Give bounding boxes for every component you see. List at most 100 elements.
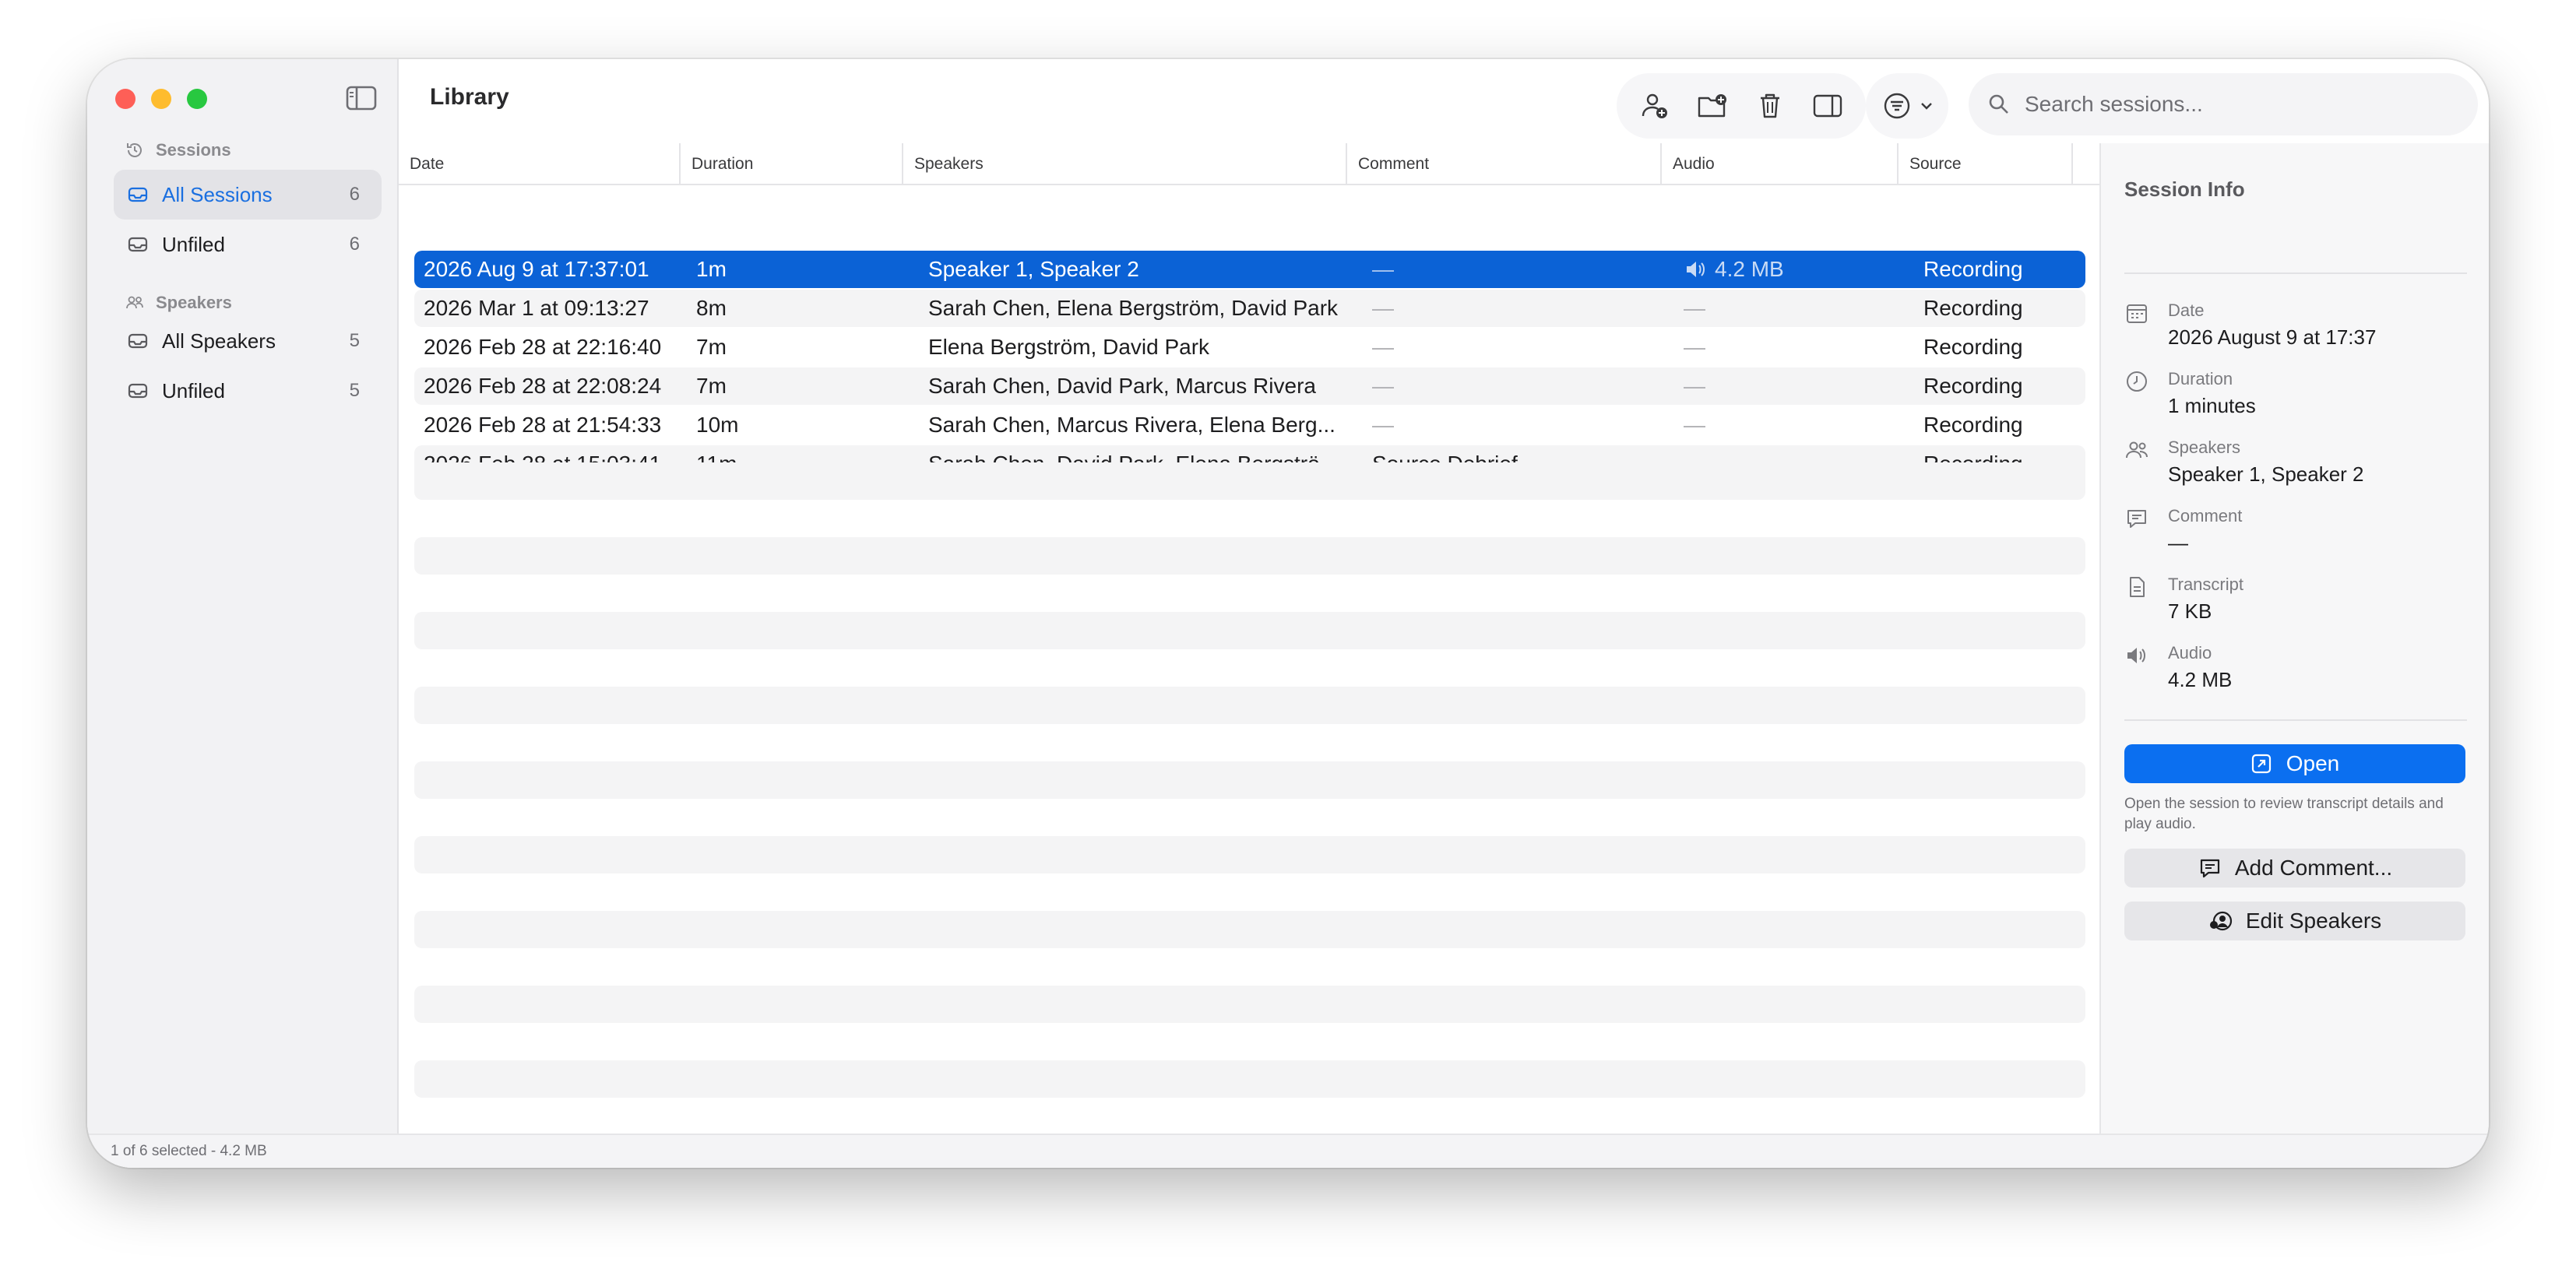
table-row[interactable]: 2026 Mar 1 at 09:13:27 8m Sarah Chen, El… xyxy=(414,290,2085,327)
sessions-section-header: Sessions xyxy=(125,140,231,160)
empty-row xyxy=(414,986,2085,1023)
sidebar-right-icon xyxy=(1813,94,1842,118)
window-controls xyxy=(115,89,207,109)
close-window-button[interactable] xyxy=(115,89,135,109)
cell-source: Recording xyxy=(1923,257,2023,281)
column-header-date[interactable]: Date xyxy=(399,143,681,185)
column-header-audio[interactable]: Audio xyxy=(1662,143,1899,185)
cell-source: Recording xyxy=(1923,335,2023,359)
empty-row xyxy=(414,911,2085,948)
cell-date: 2026 Feb 28 at 22:08:24 xyxy=(424,374,662,398)
field-speakers: Speakers Speaker 1, Speaker 2 xyxy=(2124,438,2467,492)
field-value: 4.2 MB xyxy=(2168,668,2233,691)
history-icon xyxy=(127,143,142,157)
field-label: Speakers xyxy=(2168,438,2240,457)
search-icon xyxy=(1989,94,2008,114)
sidebar-item-count: 6 xyxy=(349,184,360,205)
column-header-comment[interactable]: Comment xyxy=(1347,143,1662,185)
cell-speakers: Sarah Chen, Elena Bergström, David Park xyxy=(928,296,1339,320)
field-label: Duration xyxy=(2168,369,2233,388)
column-header-source[interactable]: Source xyxy=(1899,143,2073,185)
field-value: Speaker 1, Speaker 2 xyxy=(2168,462,2364,486)
field-label: Date xyxy=(2168,301,2205,320)
cell-date: 2026 Mar 1 at 09:13:27 xyxy=(424,296,649,320)
table-row[interactable]: 2026 Aug 9 at 17:37:01 1m Speaker 1, Spe… xyxy=(414,251,2085,288)
empty-row xyxy=(414,687,2085,724)
cell-duration: 7m xyxy=(696,335,727,359)
cell-comment: — xyxy=(1372,413,1394,437)
field-transcript: Transcript 7 KB xyxy=(2124,575,2467,629)
folder-add-icon xyxy=(1698,94,1726,118)
cell-duration: 8m xyxy=(696,296,727,320)
new-folder-button[interactable] xyxy=(1693,86,1732,125)
cell-comment: — xyxy=(1372,374,1394,398)
comment-icon xyxy=(2127,510,2146,528)
sidebar-item-unfiled-speakers[interactable]: Unfiled 5 xyxy=(114,366,382,416)
sessions-header-label: Sessions xyxy=(156,140,231,160)
tray-icon xyxy=(128,187,148,202)
field-value: 2026 August 9 at 17:37 xyxy=(2168,325,2377,349)
sidebar-item-label: Unfiled xyxy=(162,232,225,256)
status-bar: 1 of 6 selected - 4.2 MB xyxy=(87,1134,2489,1168)
field-label: Transcript xyxy=(2168,575,2243,594)
sidebar-item-unfiled-sessions[interactable]: Unfiled 6 xyxy=(114,220,382,269)
empty-row xyxy=(414,836,2085,873)
sidebar-item-count: 5 xyxy=(349,380,360,401)
filter-icon xyxy=(1880,86,1914,125)
field-label: Audio xyxy=(2168,643,2212,663)
open-external-icon xyxy=(2251,754,2271,774)
minimize-window-button[interactable] xyxy=(151,89,171,109)
sidebar-toggle-icon[interactable] xyxy=(346,86,377,111)
field-value: 1 minutes xyxy=(2168,394,2256,417)
column-header-speakers[interactable]: Speakers xyxy=(903,143,1347,185)
add-speaker-button[interactable] xyxy=(1635,86,1674,125)
cell-source: Recording xyxy=(1923,413,2023,437)
field-label: Comment xyxy=(2168,506,2243,526)
document-icon xyxy=(2130,577,2145,597)
field-value: 7 KB xyxy=(2168,599,2212,623)
sidebar-item-count: 6 xyxy=(349,234,360,255)
table-row[interactable]: 2026 Feb 28 at 22:16:40 7m Elena Bergstr… xyxy=(414,329,2085,366)
cell-speakers: Sarah Chen, Marcus Rivera, Elena Berg... xyxy=(928,413,1336,437)
cell-date: 2026 Feb 28 at 21:54:33 xyxy=(424,413,662,437)
search-field[interactable] xyxy=(1969,73,2478,135)
sidebar-item-all-speakers[interactable]: All Speakers 5 xyxy=(114,316,382,366)
edit-speakers-button[interactable]: Edit Speakers xyxy=(2124,902,2465,940)
inspector-title: Session Info xyxy=(2124,178,2245,201)
search-input[interactable] xyxy=(2025,92,2461,117)
column-header-duration[interactable]: Duration xyxy=(681,143,903,185)
cell-audio: — xyxy=(1684,335,1705,359)
divider xyxy=(2124,272,2467,274)
empty-row xyxy=(414,761,2085,799)
cell-date: 2026 Feb 28 at 22:16:40 xyxy=(424,335,662,359)
field-value: — xyxy=(2168,531,2188,554)
open-session-button[interactable]: Open xyxy=(2124,744,2465,783)
people-icon xyxy=(126,296,143,309)
cell-duration: 1m xyxy=(696,257,727,281)
app-window: Sessions All Sessions 6 Unfiled 6 Speake… xyxy=(87,59,2489,1168)
add-comment-label: Add Comment... xyxy=(2234,856,2393,880)
cell-audio: — xyxy=(1684,296,1705,320)
sidebar-item-all-sessions[interactable]: All Sessions 6 xyxy=(114,170,382,220)
cell-comment: — xyxy=(1372,296,1394,320)
chevron-down-icon xyxy=(1921,103,1932,110)
open-button-label: Open xyxy=(2286,751,2340,775)
sidebar-item-label: Unfiled xyxy=(162,378,225,402)
table-row[interactable]: 2026 Feb 28 at 22:08:24 7m Sarah Chen, D… xyxy=(414,367,2085,405)
zoom-window-button[interactable] xyxy=(187,89,207,109)
empty-row xyxy=(414,462,2085,500)
session-info-panel: Session Info Date 2026 August 9 at 17:37… xyxy=(2099,143,2489,1134)
speakers-section-header: Speakers xyxy=(125,293,232,313)
toggle-inspector-button[interactable] xyxy=(1808,86,1847,125)
cell-duration: 10m xyxy=(696,413,739,437)
cell-audio: — xyxy=(1684,413,1705,437)
sidebar-item-label: All Speakers xyxy=(162,329,276,353)
calendar-icon xyxy=(2127,304,2147,323)
page-title: Library xyxy=(430,84,509,110)
table-row[interactable]: 2026 Feb 28 at 21:54:33 10m Sarah Chen, … xyxy=(414,406,2085,444)
filter-menu-button[interactable] xyxy=(1866,73,1948,139)
cell-audio: 4.2 MB xyxy=(1684,251,1784,288)
delete-button[interactable] xyxy=(1751,86,1789,125)
add-comment-button[interactable]: Add Comment... xyxy=(2124,849,2465,888)
cell-date: 2026 Aug 9 at 17:37:01 xyxy=(424,257,649,281)
